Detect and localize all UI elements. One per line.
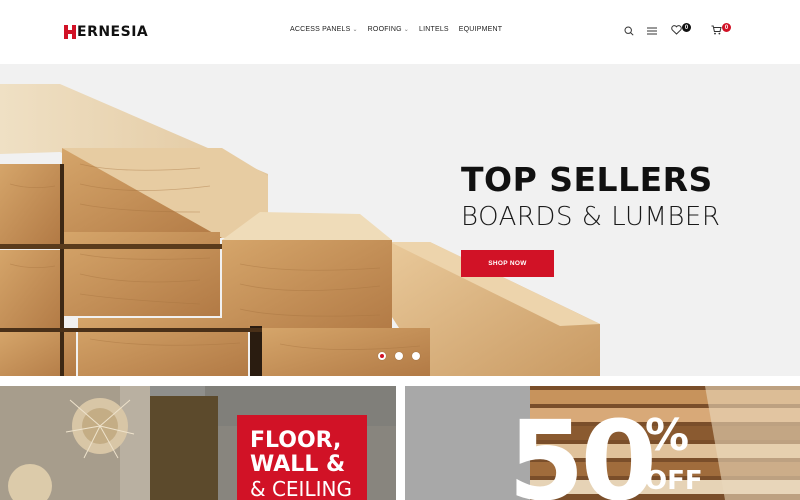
sale-percentage-number: 50 <box>508 397 657 500</box>
hero-slider: TOP SELLERS BOARDS & LUMBER SHOP NOW <box>0 64 800 376</box>
floor-banner-label-box: FLOOR, WALL & & CEILING <box>237 415 367 500</box>
banner-line-2: WALL & <box>250 452 346 477</box>
sale-50-off-banner[interactable]: 50 % OFF <box>405 386 800 500</box>
hero-title: TOP SELLERS <box>461 160 713 199</box>
header-actions: 0 0 <box>0 22 800 40</box>
slider-dot-3[interactable] <box>412 352 420 360</box>
search-icon[interactable] <box>622 24 636 38</box>
wishlist-count-badge: 0 <box>682 23 691 32</box>
cart-button[interactable]: 0 <box>709 22 731 40</box>
slider-dot-2[interactable] <box>395 352 403 360</box>
banner-line-1: FLOOR, <box>250 428 342 453</box>
sale-off-label: OFF <box>645 466 703 496</box>
heart-icon <box>670 22 682 40</box>
slider-dot-1[interactable] <box>378 352 386 360</box>
cart-count-badge: 0 <box>722 23 731 32</box>
wishlist-button[interactable]: 0 <box>669 22 691 40</box>
hero-subtitle: BOARDS & LUMBER <box>461 202 721 232</box>
shop-now-button[interactable]: SHOP NOW <box>461 250 554 277</box>
floor-wall-ceiling-banner[interactable]: FLOOR, WALL & & CEILING <box>0 386 396 500</box>
sale-percent-sign: % <box>645 410 690 461</box>
menu-icon[interactable] <box>645 24 659 38</box>
cart-icon <box>711 22 722 40</box>
site-header: ERNESIA ACCESS PANELS ⌄ ROOFING ⌄ LINTEL… <box>0 0 800 64</box>
banner-line-3: & CEILING <box>250 477 352 500</box>
slider-dots <box>378 352 420 360</box>
